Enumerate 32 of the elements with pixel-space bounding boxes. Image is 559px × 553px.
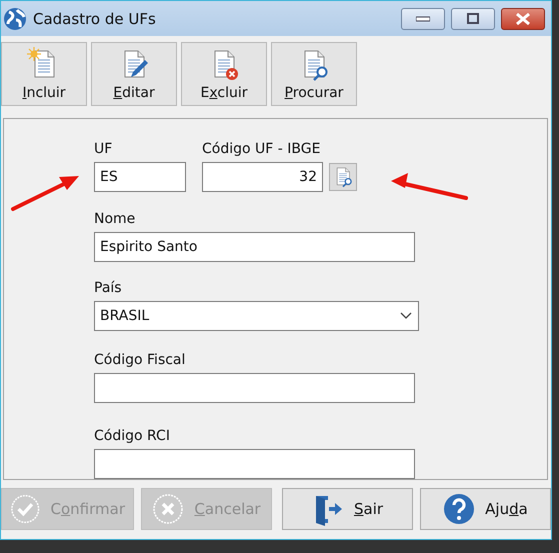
country-dropdown[interactable]: BRASIL <box>94 301 419 332</box>
input-field[interactable] <box>94 448 415 479</box>
maximize-button[interactable] <box>451 8 495 30</box>
globe-icon <box>3 6 27 30</box>
toolbar-button[interactable]: Incluir <box>1 42 87 106</box>
help-icon <box>443 492 476 526</box>
minimize-icon <box>416 16 430 22</box>
toolbar-button[interactable]: Editar <box>91 42 177 106</box>
field-label: Código Fiscal <box>94 352 186 370</box>
minimize-button[interactable] <box>401 8 445 30</box>
close-button[interactable] <box>501 8 545 30</box>
input-field[interactable] <box>94 372 415 403</box>
close-icon <box>515 12 531 24</box>
action-button[interactable]: Sair <box>282 488 413 530</box>
maximize-icon <box>467 13 479 24</box>
window-title: Cadastro de UFs <box>33 10 157 28</box>
lookup-button[interactable] <box>329 163 357 191</box>
input-field[interactable]: ES <box>94 162 186 192</box>
field-label: Código RCI <box>94 428 171 446</box>
toolbar-button[interactable]: Excluir <box>181 42 267 106</box>
chevron-down-icon <box>400 312 412 320</box>
field-label: Nome <box>94 210 136 229</box>
field-label: UF <box>94 141 114 159</box>
field-label: País <box>94 280 123 298</box>
check-icon <box>10 492 40 526</box>
field-label: Código UF - IBGE <box>202 141 322 159</box>
input-field[interactable]: 32 <box>202 162 323 192</box>
action-button[interactable]: Ajuda <box>420 488 551 530</box>
toolbar-button[interactable]: Procurar <box>271 42 357 106</box>
input-field[interactable]: Espirito Santo <box>94 232 415 262</box>
annotation-arrow <box>11 176 79 211</box>
cancel-icon <box>152 492 184 526</box>
